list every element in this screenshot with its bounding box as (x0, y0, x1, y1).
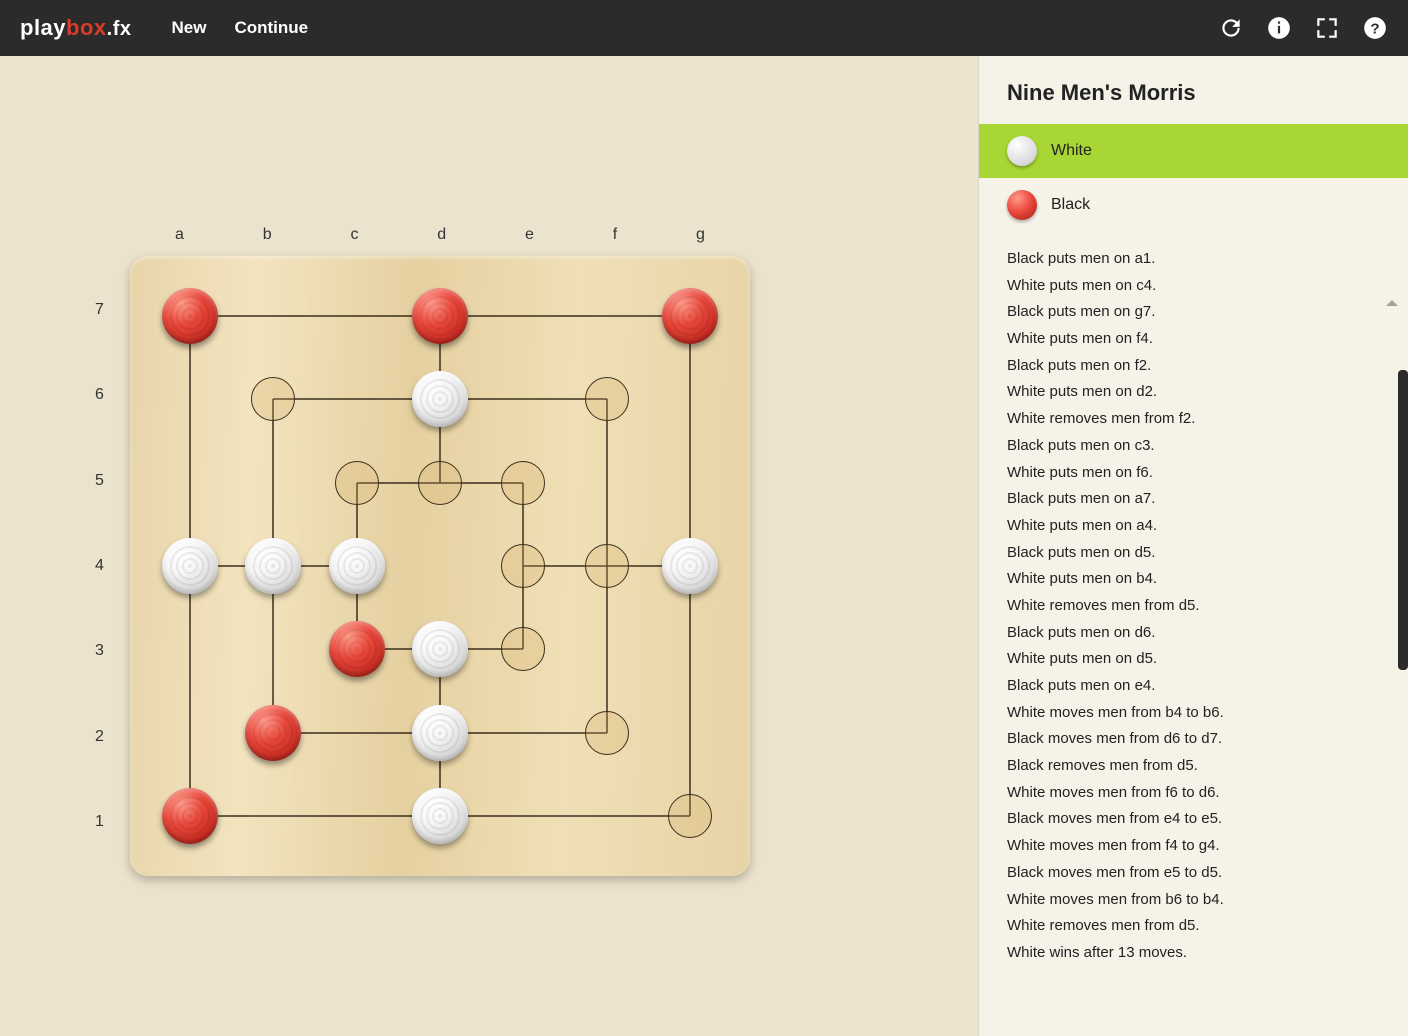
move-entry: White puts men on f4. (1007, 326, 1380, 353)
stone-white-d6[interactable] (412, 371, 468, 427)
move-entry: Black puts men on d6. (1007, 620, 1380, 647)
refresh-icon[interactable] (1218, 15, 1244, 41)
player-black-label: Black (1051, 196, 1090, 214)
board-point-e3[interactable] (501, 627, 545, 671)
col-label: d (437, 226, 446, 244)
board-point-c5[interactable] (335, 461, 379, 505)
logo[interactable]: play box .fx (20, 15, 132, 41)
board-point-b6[interactable] (251, 377, 295, 421)
row-label: 1 (95, 813, 104, 831)
black-token-icon (1007, 190, 1037, 220)
board-point-e5[interactable] (501, 461, 545, 505)
move-entry: White moves men from b4 to b6. (1007, 700, 1380, 727)
stone-white-d2[interactable] (412, 705, 468, 761)
move-entry: White puts men on f6. (1007, 460, 1380, 487)
move-entry: White puts men on d5. (1007, 646, 1380, 673)
board-point-d5[interactable] (418, 461, 462, 505)
board-lines (130, 256, 750, 876)
move-list: Black puts men on a1.White puts men on c… (979, 232, 1408, 997)
topbar-icons: ? (1218, 15, 1388, 41)
stone-white-d3[interactable] (412, 621, 468, 677)
move-entry: White puts men on a4. (1007, 513, 1380, 540)
col-label: g (696, 226, 705, 244)
row-label: 3 (95, 642, 104, 660)
move-entry: Black puts men on e4. (1007, 673, 1380, 700)
nav-continue[interactable]: Continue (234, 18, 308, 38)
move-entry: Black puts men on g7. (1007, 299, 1380, 326)
move-entry: White removes men from d5. (1007, 593, 1380, 620)
stone-red-b2[interactable] (245, 705, 301, 761)
row-label: 4 (95, 557, 104, 575)
row-label: 6 (95, 386, 104, 404)
col-label: f (613, 226, 617, 244)
game-stage: a b c d e f g 7 6 5 4 3 2 1 (0, 56, 978, 1036)
stone-red-g7[interactable] (662, 288, 718, 344)
stone-red-d7[interactable] (412, 288, 468, 344)
white-token-icon (1007, 136, 1037, 166)
scrollbar-thumb[interactable] (1398, 370, 1408, 670)
nav: New Continue (172, 18, 309, 38)
stone-white-g4[interactable] (662, 538, 718, 594)
move-entry: White removes men from d5. (1007, 913, 1380, 940)
player-white-label: White (1051, 142, 1092, 160)
logo-play: play (20, 15, 66, 41)
row-label: 5 (95, 472, 104, 490)
col-label: c (350, 226, 358, 244)
move-entry: Black moves men from d6 to d7. (1007, 726, 1380, 753)
side-panel: Nine Men's Morris White Black Black puts… (978, 56, 1408, 1036)
scroll-up-icon[interactable] (1384, 296, 1400, 312)
move-entry: White puts men on d2. (1007, 379, 1380, 406)
move-entry: White wins after 13 moves. (1007, 940, 1380, 967)
move-entry: Black puts men on a1. (1007, 246, 1380, 273)
board-point-f6[interactable] (585, 377, 629, 421)
board-point-f2[interactable] (585, 711, 629, 755)
stone-red-c3[interactable] (329, 621, 385, 677)
stone-white-c4[interactable] (329, 538, 385, 594)
stone-white-d1[interactable] (412, 788, 468, 844)
row-label: 7 (95, 301, 104, 319)
game-board[interactable] (130, 256, 750, 876)
board-point-e4[interactable] (501, 544, 545, 588)
nav-new[interactable]: New (172, 18, 207, 38)
move-entry: White moves men from f6 to d6. (1007, 780, 1380, 807)
move-entry: Black puts men on f2. (1007, 353, 1380, 380)
topbar: play box .fx New Continue ? (0, 0, 1408, 56)
player-white-row[interactable]: White (979, 124, 1408, 178)
row-labels: 7 6 5 4 3 2 1 (95, 256, 104, 876)
move-entry: White puts men on c4. (1007, 273, 1380, 300)
info-icon[interactable] (1266, 15, 1292, 41)
board-point-f4[interactable] (585, 544, 629, 588)
help-icon[interactable]: ? (1362, 15, 1388, 41)
move-entry: Black moves men from e4 to e5. (1007, 806, 1380, 833)
stone-red-a1[interactable] (162, 788, 218, 844)
logo-box: box (66, 15, 107, 41)
move-entry: Black removes men from d5. (1007, 753, 1380, 780)
game-title: Nine Men's Morris (979, 56, 1408, 124)
stone-white-a4[interactable] (162, 538, 218, 594)
move-entry: White moves men from b6 to b4. (1007, 887, 1380, 914)
move-entry: White puts men on b4. (1007, 566, 1380, 593)
row-label: 2 (95, 728, 104, 746)
move-entry: White moves men from f4 to g4. (1007, 833, 1380, 860)
board-point-g1[interactable] (668, 794, 712, 838)
svg-text:?: ? (1370, 20, 1379, 37)
col-label: e (525, 226, 534, 244)
stone-red-a7[interactable] (162, 288, 218, 344)
move-entry: White removes men from f2. (1007, 406, 1380, 433)
move-entry: Black puts men on c3. (1007, 433, 1380, 460)
move-entry: Black puts men on a7. (1007, 486, 1380, 513)
fullscreen-icon[interactable] (1314, 15, 1340, 41)
move-entry: Black puts men on d5. (1007, 540, 1380, 567)
move-entry: Black moves men from e5 to d5. (1007, 860, 1380, 887)
stone-white-b4[interactable] (245, 538, 301, 594)
player-black-row[interactable]: Black (979, 178, 1408, 232)
logo-fx: .fx (107, 18, 132, 41)
col-label: b (263, 226, 272, 244)
column-labels: a b c d e f g (130, 226, 750, 244)
col-label: a (175, 226, 184, 244)
